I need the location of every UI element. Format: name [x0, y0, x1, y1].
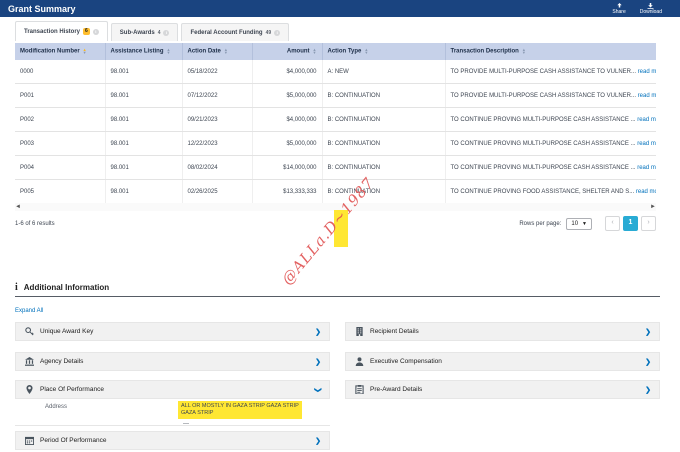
- sort-icon: ▲▼: [522, 48, 526, 54]
- address-dash: —: [183, 421, 189, 427]
- building-icon: [354, 327, 364, 337]
- read-more-link[interactable]: read more: [637, 117, 656, 123]
- info-icon[interactable]: i: [93, 29, 99, 35]
- key-icon: [24, 327, 34, 337]
- accordion-pre-award-details[interactable]: Pre-Award Details ❯: [345, 380, 660, 399]
- sort-icon: ▲▼: [167, 48, 171, 54]
- place-of-performance-content: Address ALL OR MOSTLY IN GAZA STRIP GAZA…: [15, 399, 330, 426]
- read-more-link[interactable]: read more: [638, 69, 656, 75]
- count-badge: 6: [83, 28, 90, 35]
- chevron-right-icon: ❯: [645, 358, 651, 366]
- clipboard-icon: [354, 385, 364, 395]
- rows-per-page-select[interactable]: 10 ▼: [566, 218, 592, 230]
- prev-page-button[interactable]: ‹: [605, 216, 620, 231]
- accordion-place-of-performance[interactable]: Place Of Performance ❯: [15, 380, 330, 399]
- accordion-executive-compensation[interactable]: Executive Compensation ❯: [345, 352, 660, 371]
- table-row: P005 98.001 02/26/2025 $13,333,333 B: CO…: [15, 180, 656, 204]
- additional-information-header: i Additional Information: [15, 282, 109, 293]
- col-assistance-listing[interactable]: Assistance Listing▲▼: [105, 43, 182, 60]
- rows-per-page-label: Rows per page:: [519, 221, 561, 227]
- table-row: 0000 98.001 05/18/2022 $4,000,000 A: NEW…: [15, 60, 656, 84]
- tab-bar: Transaction History 6 i Sub-Awards 4 i F…: [15, 22, 292, 41]
- accordion-period-of-performance[interactable]: Period Of Performance ❯: [15, 431, 330, 450]
- sort-icon: ▲▼: [83, 48, 87, 54]
- chevron-down-icon: ❯: [314, 387, 322, 393]
- map-marker-icon: [24, 385, 34, 395]
- table-header-row: Modification Number▲▼ Assistance Listing…: [15, 43, 656, 60]
- download-button[interactable]: Download: [640, 3, 662, 15]
- accordion-unique-award-key[interactable]: Unique Award Key ❯: [15, 322, 330, 341]
- top-bar: Grant Summary Share Download: [0, 0, 680, 17]
- col-transaction-description[interactable]: Transaction Description▲▼: [445, 43, 656, 60]
- accordion-recipient-details[interactable]: Recipient Details ❯: [345, 322, 660, 341]
- tab-sub-awards[interactable]: Sub-Awards 4 i: [111, 23, 179, 41]
- watermark-highlight: [334, 210, 348, 247]
- results-count: 1-6 of 6 results: [15, 221, 55, 227]
- page-title: Grant Summary: [8, 4, 76, 14]
- chevron-right-icon: ❯: [315, 328, 321, 336]
- chevron-down-icon: ▼: [582, 221, 587, 227]
- chevron-right-icon: ❯: [645, 328, 651, 336]
- col-action-date[interactable]: Action Date▲▼: [182, 43, 252, 60]
- next-page-button[interactable]: ›: [641, 216, 656, 231]
- section-title: Additional Information: [24, 283, 109, 292]
- col-action-type[interactable]: Action Type▲▼: [322, 43, 445, 60]
- read-more-link[interactable]: read more: [637, 165, 656, 171]
- col-modification-number[interactable]: Modification Number▲▼: [15, 43, 105, 60]
- grant-summary-page: Grant Summary Share Download Transaction…: [0, 0, 680, 452]
- sort-icon: ▲▼: [364, 48, 368, 54]
- address-value: ALL OR MOSTLY IN GAZA STRIP GAZA STRIP G…: [178, 401, 302, 419]
- info-icon[interactable]: i: [274, 30, 280, 36]
- tab-federal-account-funding[interactable]: Federal Account Funding 49 i: [181, 23, 289, 41]
- pagination-controls: Rows per page: 10 ▼ ‹ 1 ›: [519, 216, 656, 231]
- col-amount[interactable]: Amount▲▼: [252, 43, 322, 60]
- sort-icon: ▲▼: [313, 48, 317, 54]
- read-more-link[interactable]: read more: [636, 189, 656, 195]
- share-button[interactable]: Share: [612, 3, 625, 15]
- chevron-right-icon: ❯: [645, 386, 651, 394]
- bank-icon: [24, 357, 34, 367]
- table-row: P001 98.001 07/12/2022 $5,000,000 B: CON…: [15, 84, 656, 108]
- address-label: Address: [45, 404, 67, 410]
- read-more-link[interactable]: read more: [638, 93, 656, 99]
- info-icon[interactable]: i: [163, 30, 169, 36]
- table-row: P002 98.001 09/21/2023 $4,000,000 B: CON…: [15, 108, 656, 132]
- calendar-icon: [24, 436, 34, 446]
- accordion-agency-details[interactable]: Agency Details ❯: [15, 352, 330, 371]
- read-more-link[interactable]: read more: [637, 141, 656, 147]
- page-1-button[interactable]: 1: [623, 216, 638, 231]
- info-icon: i: [15, 282, 18, 293]
- chevron-right-icon: ❯: [315, 437, 321, 445]
- table-row: P004 98.001 08/02/2024 $14,000,000 B: CO…: [15, 156, 656, 180]
- chevron-right-icon: ❯: [315, 358, 321, 366]
- tab-transaction-history[interactable]: Transaction History 6 i: [15, 21, 108, 41]
- table-row: P003 98.001 12/22/2023 $5,000,000 B: CON…: [15, 132, 656, 156]
- sort-icon: ▲▼: [224, 48, 228, 54]
- divider: [15, 296, 660, 297]
- scroll-right-icon[interactable]: ►: [650, 203, 656, 211]
- transaction-table: Modification Number▲▼ Assistance Listing…: [15, 43, 656, 204]
- person-icon: [354, 357, 364, 367]
- expand-all-link[interactable]: Expand All: [15, 308, 43, 314]
- scroll-left-icon[interactable]: ◄: [15, 203, 21, 211]
